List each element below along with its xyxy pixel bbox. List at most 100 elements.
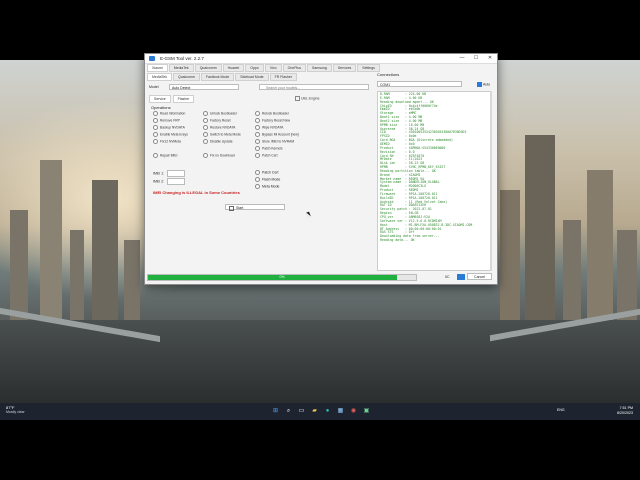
tab-service[interactable]: Service [149,95,171,103]
op-label: Fix no Download [210,153,235,158]
tab-qualcomm[interactable]: Qualcomm [194,64,222,72]
op-backup-nvdata[interactable]: Backup NVDATA [153,125,185,130]
radio-icon [153,153,158,158]
op-label: Read Information [160,111,186,116]
tab-samsung[interactable]: Samsung [307,64,332,72]
radio-icon [255,177,260,182]
op-restore-nvdata[interactable]: Restore NVDATA [203,125,235,130]
tab-services[interactable]: Services [332,64,357,72]
cancel-button[interactable]: Cancel [467,273,492,280]
imei1-input[interactable] [167,170,186,177]
model-select[interactable]: Auto Detect [169,84,239,90]
op-relock-bootloader[interactable]: Relock Bootloader [255,111,289,116]
com-port-select[interactable]: COM1 [377,81,462,87]
taskbar-apps: ⊞ ⌕ ▭ ▰ ● ▦ ◉ ▣ [271,406,371,416]
op-patch-cert[interactable]: Patch Cert [255,153,278,158]
minimize-icon[interactable]: — [455,54,469,63]
radio-icon [153,139,158,144]
imei1-label: IMEI 1: [153,171,165,176]
tab-fr-flasher[interactable]: FR Flasher [269,73,297,81]
language-indicator[interactable]: ENG [557,408,565,412]
op-factory-reset-new[interactable]: Factory Reset New [255,118,290,123]
imei2-label: IMEI 2: [153,179,165,184]
stop-icon[interactable] [457,274,465,280]
op-switch-meta-mode[interactable]: Switch to Meta Mode [203,132,241,137]
ubl-engine-checkbox[interactable]: UBL Engine [295,96,320,101]
clock[interactable]: 7:51 PM 8/20/2023 [585,406,633,416]
weather-widget[interactable]: 87°F Mostly clear [6,405,25,415]
op-fix-no-download[interactable]: Fix no Download [203,153,235,158]
file-explorer-icon[interactable]: ▰ [310,406,319,416]
store-icon[interactable]: ▦ [336,406,345,416]
log-scrollbar[interactable] [490,91,492,271]
app-logo-icon [149,56,155,61]
tab-sideload-mode[interactable]: Sideload Mode [235,73,269,81]
radio-icon [203,153,208,158]
tab-xiaomi[interactable]: Xiaomi [147,64,168,72]
tab-flasher[interactable]: Flasher [172,95,195,103]
tab-qualcomm-mode[interactable]: Qualcomm [172,73,200,81]
op-bypass-mi-account[interactable]: Bypass Mi Account [new] [255,132,299,137]
auto-checkbox[interactable]: Auto [477,82,490,87]
highway [0,320,640,403]
edge-icon[interactable]: ● [323,406,332,416]
tab-huawei[interactable]: Huawei [222,64,245,72]
app-icon[interactable]: ▣ [362,406,371,416]
op-label: Factory Reset New [262,118,291,123]
meta-mode-option[interactable]: Meta Mode [255,184,280,191]
radio-icon [203,132,208,137]
radio-icon [255,184,260,189]
radio-icon [203,125,208,130]
flash-mode-option[interactable]: Flash Mode [255,177,280,184]
radio-icon [203,139,208,144]
op-wipe-nvdata[interactable]: Wipe NVDATA [255,125,283,130]
imei2-input[interactable] [167,178,186,185]
op-store-imei[interactable]: Store IMEI to NVRAM [255,139,294,144]
op-label: Remove FRP [160,118,180,123]
op-label: Backup NVDATA [160,125,185,130]
tab-mediatek[interactable]: MediaTek [168,64,194,72]
tab-settings[interactable]: Settings [357,64,380,72]
op-label: Factory Reset [210,118,231,123]
op-label: Disable Update [210,139,233,144]
mode-tabs: MediaTek Qualcomm Fastboot Mode Sideload… [147,73,373,81]
op-read-information[interactable]: Read Information [153,111,185,116]
model-search-input[interactable]: Search your models... [259,84,369,90]
tab-fastboot-mode[interactable]: Fastboot Mode [200,73,235,81]
close-icon[interactable]: ✕ [483,54,497,63]
start-button[interactable]: Start [225,204,285,211]
tab-mediatek-mode[interactable]: MediaTek [147,73,172,81]
radio-icon [255,132,260,137]
task-view-icon[interactable]: ▭ [297,406,306,416]
search-icon[interactable]: ⌕ [284,406,293,416]
progress-text: 0% [279,275,285,279]
op-label: Repair IMEI [160,153,178,158]
status-count: 0C [445,275,450,279]
taskbar: 87°F Mostly clear ⊞ ⌕ ▭ ▰ ● ▦ ◉ ▣ ENG 7:… [0,403,640,420]
op-patch-kernels[interactable]: Patch Kernels [255,146,283,151]
tab-vivo[interactable]: Vivo [264,64,282,72]
ubl-engine-label: UBL Engine [301,96,320,101]
op-remove-frp[interactable]: Remove FRP [153,118,180,123]
op-fix-nvmeta[interactable]: Fix12 NVMeta [153,139,181,144]
radio-icon [153,132,158,137]
op-label: Switch to Meta Mode [210,132,241,137]
weather-desc: Mostly clear [6,410,25,414]
op-enable-meta[interactable]: Enable Meta Ereys [153,132,188,137]
radio-icon [153,125,158,130]
op-factory-reset[interactable]: Factory Reset [203,118,231,123]
maximize-icon[interactable]: ☐ [469,54,483,63]
tab-oppo[interactable]: Oppo [245,64,264,72]
log-output[interactable]: D-RAM : 224.00 KB E-RAM : 4.00 KB Readin… [377,91,492,271]
windows-icon[interactable]: ⊞ [271,406,280,416]
op-label: Enable Meta Ereys [160,132,188,137]
op-repair-imei[interactable]: Repair IMEI [153,153,177,158]
imei1-row: IMEI 1: [153,170,186,178]
op-unlock-bootloader[interactable]: Unlock Bootloader [203,111,237,116]
patch-cert-option[interactable]: Patch Cert [255,170,280,177]
chrome-icon[interactable]: ◉ [349,406,358,416]
op-disable-update[interactable]: Disable Update [203,139,233,144]
tab-oneplus[interactable]: OnePlus [282,64,307,72]
radio-icon [153,118,158,123]
title-bar[interactable]: E-GSM Tool ver. 2.2.7 — ☐ ✕ [145,54,497,64]
